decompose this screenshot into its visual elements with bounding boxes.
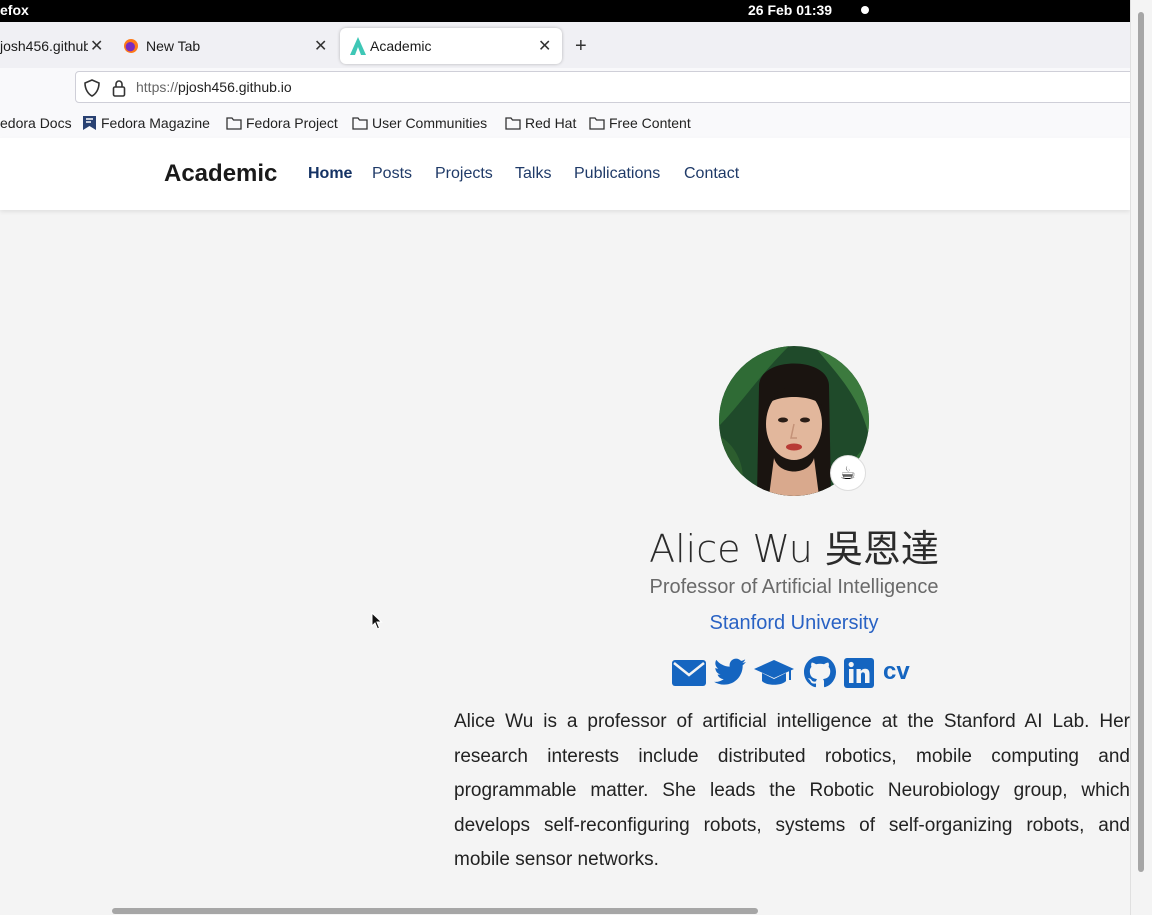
tab-strip: josh456.github.i ✕ New Tab ✕ Academic ✕ …: [0, 22, 1130, 68]
bookmark-label: Fedora Project: [246, 115, 338, 131]
tracking-protection-shield-icon[interactable]: [84, 79, 100, 97]
folder-icon: [352, 117, 368, 130]
bookmark-label: Fedora Magazine: [101, 115, 210, 131]
bookmark-label: Free Content: [609, 115, 691, 131]
url-host: pjosh456.github.io: [178, 79, 292, 95]
site-header: Academic Home Posts Projects Talks Publi…: [0, 138, 1130, 210]
bookmark-label: edora Docs: [0, 115, 72, 131]
github-icon[interactable]: [804, 656, 836, 688]
navigation-bar: https://pjosh456.github.io: [0, 68, 1135, 110]
bookmark-fedora-docs[interactable]: edora Docs: [0, 115, 72, 131]
tab-label: josh456.github.i: [0, 38, 88, 54]
bookmark-label: Red Hat: [525, 115, 577, 131]
graduation-cap-icon[interactable]: [754, 658, 794, 688]
url-bar[interactable]: https://pjosh456.github.io: [75, 71, 1135, 103]
nav-projects[interactable]: Projects: [435, 165, 493, 183]
tab-new-tab[interactable]: New Tab ✕: [114, 28, 336, 64]
bookmark-fedora-project[interactable]: Fedora Project: [226, 115, 338, 131]
horizontal-scrollbar-thumb[interactable]: [112, 908, 758, 914]
nav-posts[interactable]: Posts: [372, 165, 412, 183]
activities-app-name[interactable]: efox: [0, 2, 29, 18]
fedora-magazine-icon: [83, 116, 96, 130]
bookmark-user-communities[interactable]: User Communities: [352, 115, 487, 131]
nav-publications[interactable]: Publications: [574, 165, 660, 183]
bookmark-label: User Communities: [372, 115, 488, 131]
system-clock[interactable]: 26 Feb 01:39: [748, 2, 832, 18]
tab-label: Academic: [370, 38, 432, 54]
site-brand[interactable]: Academic: [164, 160, 277, 188]
profile-bio: Alice Wu is a professor of artificial in…: [454, 711, 1130, 870]
nav-talks[interactable]: Talks: [515, 165, 551, 183]
folder-icon: [505, 117, 521, 130]
close-tab-icon[interactable]: ✕: [538, 36, 551, 56]
close-tab-icon[interactable]: ✕: [90, 36, 103, 56]
academic-logo-icon: [350, 37, 366, 55]
tab-academic[interactable]: Academic ✕: [340, 28, 562, 64]
folder-icon: [589, 117, 605, 130]
system-top-bar: efox 26 Feb 01:39: [0, 0, 1130, 22]
vertical-scrollbar-thumb[interactable]: [1138, 12, 1144, 872]
bookmarks-toolbar: edora Docs Fedora Magazine Fedora Projec…: [0, 110, 1130, 138]
profile-organization-link[interactable]: Stanford University: [454, 612, 1134, 635]
mouse-cursor-icon: [371, 612, 383, 630]
twitter-icon[interactable]: [714, 658, 746, 686]
new-tab-plus-icon[interactable]: +: [575, 35, 587, 58]
envelope-icon[interactable]: [672, 660, 706, 686]
nav-contact[interactable]: Contact: [684, 165, 739, 183]
bookmark-red-hat[interactable]: Red Hat: [505, 115, 576, 131]
linkedin-icon[interactable]: [844, 658, 874, 688]
url-scheme: https://: [136, 79, 179, 95]
firefox-icon: [124, 39, 138, 53]
status-badge: ☕: [830, 455, 866, 491]
cv-link[interactable]: cv: [883, 658, 910, 686]
profile-name: Alice Wu 吳恩達: [649, 527, 939, 571]
url-text[interactable]: https://pjosh456.github.io: [136, 79, 292, 95]
tab-label: New Tab: [146, 38, 201, 54]
tab-github[interactable]: josh456.github.i ✕: [0, 28, 110, 64]
close-tab-icon[interactable]: ✕: [314, 36, 327, 56]
lock-icon[interactable]: [112, 79, 126, 97]
folder-icon: [226, 117, 242, 130]
nav-home[interactable]: Home: [308, 165, 352, 183]
bookmark-free-content[interactable]: Free Content: [589, 115, 691, 131]
profile-role: Professor of Artificial Intelligence: [649, 576, 939, 598]
notification-dot-icon: [861, 6, 869, 14]
bookmark-fedora-magazine[interactable]: Fedora Magazine: [82, 115, 210, 131]
coffee-emoji: ☕: [839, 462, 857, 483]
